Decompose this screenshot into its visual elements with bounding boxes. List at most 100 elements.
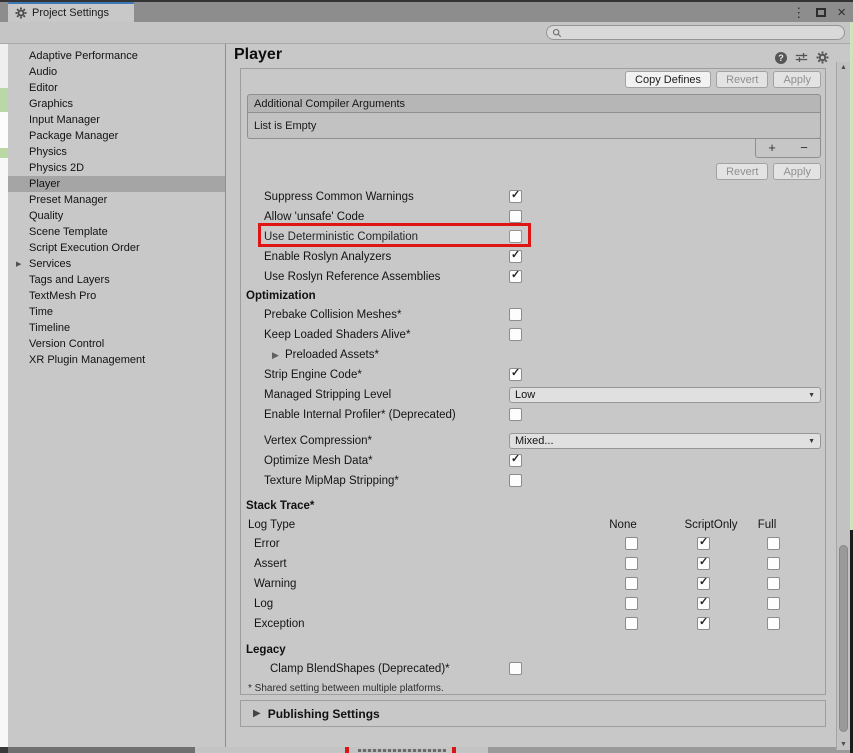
apply-button[interactable]: Apply: [773, 163, 821, 180]
setting-row-texture-mipmap-stripping: Texture MipMap Stripping*: [241, 471, 825, 491]
tab-project-settings[interactable]: Project Settings: [8, 2, 134, 22]
checkbox-enable-internal-profiler-deprecated[interactable]: [509, 408, 522, 421]
setting-row-vertex-compression: Vertex Compression* Mixed... ▼: [241, 431, 825, 451]
setting-row-use-roslyn-reference-assemblies: Use Roslyn Reference Assemblies ✓: [241, 267, 825, 287]
copy-defines-button[interactable]: Copy Defines: [625, 71, 712, 88]
dropdown-vertex-compression[interactable]: Mixed... ▼: [509, 433, 821, 449]
setting-label: Suppress Common Warnings: [264, 191, 414, 203]
vertical-scrollbar[interactable]: ▲ ▼: [836, 62, 850, 750]
search-input[interactable]: [565, 27, 825, 38]
checkbox-error-full[interactable]: [767, 537, 780, 550]
sidebar-item-editor[interactable]: Editor: [8, 80, 225, 96]
sidebar-item-services[interactable]: ▶ Services: [8, 256, 225, 272]
gear-icon[interactable]: [816, 51, 829, 64]
add-item-button[interactable]: +: [756, 139, 788, 157]
sidebar-item-label: Package Manager: [29, 130, 119, 142]
checkbox-exception-scriptonly[interactable]: ✓: [697, 616, 710, 630]
checkbox-warning-none[interactable]: [625, 577, 638, 590]
sidebar-item-quality[interactable]: Quality: [8, 208, 225, 224]
setting-row-managed-stripping-level: Managed Stripping Level Low ▼: [241, 385, 825, 405]
help-icon[interactable]: ?: [775, 51, 787, 64]
stack-trace-row-error: Error ✓: [241, 534, 825, 554]
search-box[interactable]: [546, 25, 845, 40]
setting-row-prebake-collision-meshes: Prebake Collision Meshes*: [241, 305, 825, 325]
revert-button[interactable]: Revert: [716, 163, 769, 180]
sidebar-item-audio[interactable]: Audio: [8, 64, 225, 80]
setting-row-suppress-common-warnings: Suppress Common Warnings ✓: [241, 187, 825, 207]
kebab-menu-icon[interactable]: ⋮: [792, 6, 805, 19]
sidebar-item-package-manager[interactable]: Package Manager: [8, 128, 225, 144]
presets-icon[interactable]: [795, 51, 808, 64]
checkbox-keep-loaded-shaders-alive[interactable]: [509, 328, 522, 341]
checkbox-assert-scriptonly[interactable]: ✓: [697, 556, 710, 570]
checkbox-error-none[interactable]: [625, 537, 638, 550]
checkbox-error-scriptonly[interactable]: ✓: [697, 536, 710, 550]
revert-button[interactable]: Revert: [716, 71, 769, 88]
sidebar-item-scene-template[interactable]: Scene Template: [8, 224, 225, 240]
setting-label: Prebake Collision Meshes*: [264, 309, 402, 321]
check-icon: ✓: [699, 596, 709, 608]
checkbox-prebake-collision-meshes[interactable]: [509, 308, 522, 321]
foldout-triangle-icon[interactable]: ▶: [16, 260, 21, 268]
checkbox-use-roslyn-reference-assemblies[interactable]: ✓: [509, 269, 522, 283]
check-icon: ✓: [511, 269, 521, 281]
checkbox-strip-engine-code[interactable]: ✓: [509, 367, 522, 381]
checkbox-clamp-blendshapes-deprecated[interactable]: [509, 662, 522, 675]
background-app-left-sliver: [0, 22, 8, 753]
gear-icon: [15, 7, 27, 19]
red-annotation-fragment: [345, 747, 349, 753]
checkbox-allow-unsafe-code[interactable]: [509, 210, 522, 223]
compiler-arguments-list-header[interactable]: Additional Compiler Arguments: [247, 94, 821, 113]
maximize-icon[interactable]: [816, 7, 827, 17]
sidebar-item-textmesh-pro[interactable]: TextMesh Pro: [8, 288, 225, 304]
checkbox-log-scriptonly[interactable]: ✓: [697, 596, 710, 610]
checkbox-warning-full[interactable]: [767, 577, 780, 590]
setting-row-optimize-mesh-data: Optimize Mesh Data* ✓: [241, 451, 825, 471]
check-icon: ✓: [511, 453, 521, 465]
sidebar-item-tags-and-layers[interactable]: Tags and Layers: [8, 272, 225, 288]
log-type-label: Error: [254, 538, 280, 550]
checkbox-enable-roslyn-analyzers[interactable]: ✓: [509, 249, 522, 263]
log-type-label: Assert: [254, 558, 287, 570]
scrollbar-thumb[interactable]: [839, 545, 848, 732]
sidebar-item-version-control[interactable]: Version Control: [8, 336, 225, 352]
setting-row-use-deterministic-compilation: Use Deterministic Compilation: [241, 223, 825, 247]
sidebar-item-script-execution-order[interactable]: Script Execution Order: [8, 240, 225, 256]
section-header-stack-trace: Stack Trace*: [246, 500, 315, 512]
checkbox-exception-none[interactable]: [625, 617, 638, 630]
checkbox-warning-scriptonly[interactable]: ✓: [697, 576, 710, 590]
sidebar-item-player[interactable]: Player: [8, 176, 225, 192]
close-icon[interactable]: ×: [837, 5, 846, 20]
checkbox-optimize-mesh-data[interactable]: ✓: [509, 453, 522, 467]
sidebar-item-adaptive-performance[interactable]: Adaptive Performance: [8, 48, 225, 64]
checkbox-exception-full[interactable]: [767, 617, 780, 630]
checkbox-log-none[interactable]: [625, 597, 638, 610]
checkbox-log-full[interactable]: [767, 597, 780, 610]
sidebar-item-input-manager[interactable]: Input Manager: [8, 112, 225, 128]
checkbox-texture-mipmap-stripping[interactable]: [509, 474, 522, 487]
apply-button[interactable]: Apply: [773, 71, 821, 88]
sidebar-item-graphics[interactable]: Graphics: [8, 96, 225, 112]
sidebar-item-timeline[interactable]: Timeline: [8, 320, 225, 336]
sidebar-item-physics-2d[interactable]: Physics 2D: [8, 160, 225, 176]
dropdown-managed-stripping-level[interactable]: Low ▼: [509, 387, 821, 403]
sidebar-item-time[interactable]: Time: [8, 304, 225, 320]
sidebar-item-xr-plugin-management[interactable]: XR Plugin Management: [8, 352, 225, 368]
checkbox-suppress-common-warnings[interactable]: ✓: [509, 189, 522, 203]
compiler-arguments-empty-list: List is Empty: [247, 113, 821, 139]
publishing-settings-foldout[interactable]: ▶ Publishing Settings: [240, 700, 826, 727]
scroll-up-icon[interactable]: ▲: [837, 64, 850, 71]
foldout-triangle-icon[interactable]: ▶: [272, 350, 279, 361]
checkbox-assert-full[interactable]: [767, 557, 780, 570]
scroll-down-icon[interactable]: ▼: [837, 741, 850, 748]
remove-item-button[interactable]: −: [788, 139, 820, 157]
checkbox-assert-none[interactable]: [625, 557, 638, 570]
sidebar-item-label: Adaptive Performance: [29, 50, 138, 62]
sidebar-item-preset-manager[interactable]: Preset Manager: [8, 192, 225, 208]
setting-label: Texture MipMap Stripping*: [264, 475, 399, 487]
checkbox-use-deterministic-compilation[interactable]: [509, 230, 522, 243]
toolbar: [0, 22, 850, 44]
stack-trace-row-assert: Assert ✓: [241, 554, 825, 574]
sidebar-item-physics[interactable]: Physics: [8, 144, 225, 160]
foldout-triangle-icon: ▶: [253, 708, 261, 719]
